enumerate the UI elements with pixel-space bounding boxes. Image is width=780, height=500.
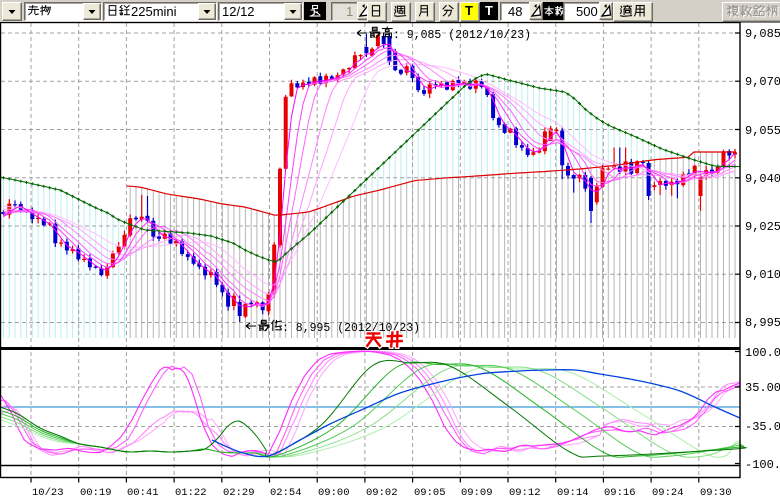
- svg-text:02:29: 02:29: [223, 487, 255, 499]
- svg-text:09:02: 09:02: [366, 487, 398, 499]
- svg-text:9,085: 9,085: [745, 27, 780, 41]
- svg-text:35.00: 35.00: [745, 381, 780, 395]
- svg-text:100.0: 100.0: [745, 346, 780, 360]
- svg-text:00:41: 00:41: [127, 487, 159, 499]
- svg-text:09:14: 09:14: [557, 487, 589, 499]
- svg-text:: 9,085 (2012/10/23): : 9,085 (2012/10/23): [393, 29, 531, 42]
- svg-text:-100.: -100.: [745, 458, 780, 472]
- svg-text:9,040: 9,040: [745, 172, 780, 186]
- svg-text:9,025: 9,025: [745, 220, 780, 234]
- svg-text:8,995: 8,995: [745, 316, 780, 330]
- svg-text:09:00: 09:00: [318, 487, 350, 499]
- svg-text:9,070: 9,070: [745, 75, 780, 89]
- svg-text:09:24: 09:24: [652, 487, 684, 499]
- svg-text:-35.0: -35.0: [745, 420, 780, 434]
- svg-text:01:22: 01:22: [175, 487, 207, 499]
- svg-text:10/23: 10/23: [32, 487, 64, 499]
- svg-text:09:30: 09:30: [700, 487, 732, 499]
- svg-text:00:19: 00:19: [80, 487, 112, 499]
- svg-text:9,010: 9,010: [745, 268, 780, 282]
- svg-text:09:12: 09:12: [509, 487, 541, 499]
- svg-text:02:54: 02:54: [270, 487, 302, 499]
- svg-text:09:09: 09:09: [461, 487, 493, 499]
- svg-text:9,055: 9,055: [745, 124, 780, 138]
- svg-text:09:16: 09:16: [604, 487, 636, 499]
- svg-text:09:05: 09:05: [414, 487, 446, 499]
